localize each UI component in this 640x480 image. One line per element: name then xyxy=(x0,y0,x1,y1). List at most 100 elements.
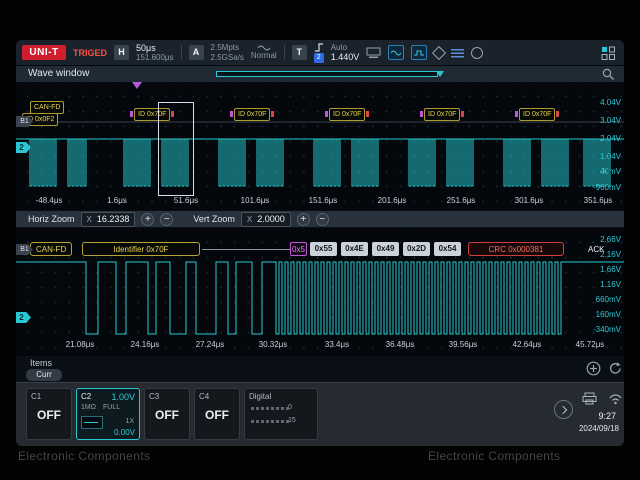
refresh-icon[interactable] xyxy=(608,361,623,381)
rising-edge-icon xyxy=(314,42,323,52)
display-settings-icon[interactable] xyxy=(366,47,381,59)
frame-id-label: ID 0x70F xyxy=(229,108,275,121)
wifi-icon[interactable] xyxy=(608,392,623,410)
horizontal-readout[interactable]: 50μs 151.600μs xyxy=(136,43,174,63)
wave-mode-icon-2[interactable] xyxy=(411,45,428,60)
trigger-source-group[interactable]: 2 xyxy=(313,42,324,63)
trigger-source-badge: 2 xyxy=(313,52,324,63)
digital-channels-tile[interactable]: Digital 0 15 xyxy=(244,388,318,440)
digital-bit-row-lower xyxy=(251,420,290,423)
time-scale-label: 251.6μs xyxy=(446,196,476,205)
channel2-wave-thumbnail xyxy=(81,416,103,429)
zoom-waveform-plot[interactable]: CAN-FD Identifier 0x70F 0x5 0x55 0x4E 0x… xyxy=(16,228,624,356)
horiz-zoom-plus-button[interactable]: + xyxy=(141,212,155,226)
timebase-position: 151.600μs xyxy=(136,53,174,63)
horiz-zoom-x: X xyxy=(86,214,92,224)
decode-items-bar: Items Curr xyxy=(16,356,624,382)
time-scale-label: 42.64μs xyxy=(512,340,542,349)
trigger-menu-button[interactable]: T xyxy=(291,45,307,60)
items-tab[interactable]: Items xyxy=(30,358,52,368)
scrollbar-caret-icon[interactable] xyxy=(436,71,444,77)
time-scale-label: -48.4μs xyxy=(35,196,63,205)
sample-rate: 2.5GSa/s xyxy=(210,52,244,62)
device-bezel: Electronic Components Electronic Compone… xyxy=(0,0,640,480)
volt-scale-label: 4.04V xyxy=(600,98,621,107)
channel4-tile[interactable]: C4 OFF xyxy=(194,388,240,440)
channel-tiles: C1 OFF C2 1.00V 1MΩ FULL 1X 0.00V C3 OFF xyxy=(26,388,318,440)
watermark-right: Electronic Components xyxy=(428,449,561,463)
frame-id-label: ID 0x70F xyxy=(419,108,465,121)
watermark-left: Electronic Components xyxy=(18,449,151,463)
data-byte-box: 0x2D xyxy=(403,242,430,256)
curr-tab[interactable]: Curr xyxy=(26,369,62,381)
add-item-icon[interactable] xyxy=(586,361,601,381)
acquire-readout[interactable]: 2.5Mpts 2.5GSa/s xyxy=(211,43,244,61)
channel2-name: C2 xyxy=(81,392,92,401)
trigger-readout[interactable]: Auto 1.440V xyxy=(331,43,360,63)
window-layout-icon[interactable] xyxy=(601,46,616,66)
channel2-zoom-waveform xyxy=(16,261,624,335)
data-byte-box: 0x49 xyxy=(372,242,399,256)
channel2-scale: 1.00V xyxy=(111,392,135,402)
volt-scale-label: 2.16V xyxy=(600,250,621,259)
horiz-zoom-minus-button[interactable]: − xyxy=(160,212,174,226)
memory-scrollbar[interactable] xyxy=(216,71,438,77)
memory-depth: 2.5Mpts xyxy=(210,43,240,53)
volt-scale-label: 1.04V xyxy=(600,152,621,161)
main-waveform-plot[interactable]: CAN-FD ID 0x0F2 ID 0x70F ID 0x70F ID 0x7… xyxy=(16,82,624,210)
expand-panel-button[interactable] xyxy=(554,400,573,419)
wave-mode-icon-1[interactable] xyxy=(388,45,405,60)
vert-zoom-value-chip[interactable]: X 2.0000 xyxy=(240,211,291,227)
vert-zoom-label: Vert Zoom xyxy=(193,214,235,224)
printer-icon[interactable] xyxy=(582,392,597,410)
time-scale-label: 301.6μs xyxy=(514,196,544,205)
time-scale-label: 1.6μs xyxy=(107,196,127,205)
acquire-mode[interactable]: Normal xyxy=(251,44,277,60)
channel2-tile[interactable]: C2 1.00V 1MΩ FULL 1X 0.00V xyxy=(76,388,140,440)
zoom-control-bar: Horiz Zoom X 16.2338 + − Vert Zoom X 2.0… xyxy=(16,210,624,228)
frame-id-label: ID 0x70F xyxy=(324,108,370,121)
volt-scale-label: 2.04V xyxy=(600,134,621,143)
volt-scale-label: 1.16V xyxy=(600,280,621,289)
scope-screen: UNI-T TRIGED H 50μs 151.600μs A 2.5Mpts … xyxy=(16,40,624,446)
channel2-impedance: 1MΩ xyxy=(81,404,96,411)
time-scale-label: 36.48μs xyxy=(385,340,415,349)
channel1-name: C1 xyxy=(31,392,42,401)
trigger-position-marker[interactable] xyxy=(132,82,142,89)
acquire-mode-label: Normal xyxy=(250,51,277,61)
vert-zoom-plus-button[interactable]: + xyxy=(296,212,310,226)
horizontal-menu-button[interactable]: H xyxy=(114,45,130,60)
toolbar-divider xyxy=(283,45,285,60)
bus-type-label: CAN-FD xyxy=(30,242,73,256)
zoom-region-selector[interactable] xyxy=(158,102,194,196)
acquire-wave-icon xyxy=(257,45,271,51)
channel3-tile[interactable]: C3 OFF xyxy=(144,388,190,440)
volt-scale-label: 3.04V xyxy=(600,116,621,125)
volt-scale-label: -340mV xyxy=(592,325,621,334)
channel1-tile[interactable]: C1 OFF xyxy=(26,388,72,440)
channel4-status: OFF xyxy=(205,408,229,422)
wave-window-header: Wave window xyxy=(16,66,624,82)
horiz-zoom-value: 16.2338 xyxy=(96,214,130,224)
vert-zoom-minus-button[interactable]: − xyxy=(315,212,329,226)
diamond-icon[interactable] xyxy=(432,45,447,60)
circle-icon[interactable] xyxy=(471,46,484,59)
channel2-waveform xyxy=(16,138,624,187)
bus-decode-line xyxy=(202,249,290,250)
menu-list-icon[interactable] xyxy=(451,48,465,58)
chevron-right-icon xyxy=(558,405,567,414)
channel1-status: OFF xyxy=(37,408,61,422)
wave-window-title: Wave window xyxy=(28,68,90,79)
time-scale-label: 151.6μs xyxy=(308,196,338,205)
time-scale-label: 27.24μs xyxy=(195,340,225,349)
time-scale-label: 39.56μs xyxy=(448,340,478,349)
volt-scale-label: 1.66V xyxy=(600,265,621,274)
horiz-zoom-value-chip[interactable]: X 16.2338 xyxy=(80,211,136,227)
digital-tile-name: Digital xyxy=(249,392,272,401)
channel3-status: OFF xyxy=(155,408,179,422)
time-scale-label: 51.6μs xyxy=(173,196,199,205)
acquire-menu-button[interactable]: A xyxy=(188,45,204,60)
channel2-bandwidth: FULL xyxy=(103,404,121,411)
toolbar-divider xyxy=(180,45,182,60)
identifier-decode-box: Identifier 0x70F xyxy=(82,242,200,256)
